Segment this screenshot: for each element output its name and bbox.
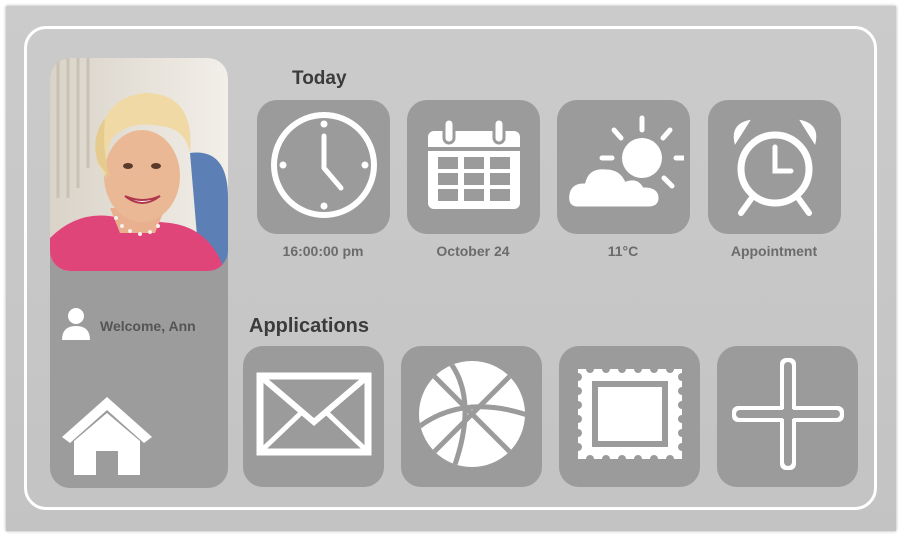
basketball-icon bbox=[416, 358, 528, 475]
appointment-caption: Appointment bbox=[730, 243, 818, 259]
today-heading: Today bbox=[292, 68, 347, 89]
date-caption: October 24 bbox=[436, 243, 510, 259]
home-icon bbox=[58, 397, 156, 481]
alarm-tile[interactable] bbox=[708, 100, 841, 234]
weather-icon bbox=[564, 110, 690, 225]
welcome-row: Welcome, Ann bbox=[60, 306, 196, 345]
user-photo bbox=[50, 58, 228, 271]
weather-tile[interactable] bbox=[557, 100, 690, 234]
stamp-photo-icon bbox=[573, 365, 686, 468]
mail-icon bbox=[256, 372, 372, 461]
clock-icon bbox=[269, 110, 379, 225]
mail-app-tile[interactable] bbox=[243, 346, 384, 487]
applications-heading: Applications bbox=[249, 315, 370, 337]
temperature-caption: 11°C bbox=[607, 243, 639, 259]
clock-caption: 16:00:00 pm bbox=[282, 243, 364, 259]
welcome-label: Welcome, Ann bbox=[100, 317, 196, 334]
calendar-tile[interactable] bbox=[407, 100, 540, 234]
alarm-clock-icon bbox=[725, 113, 825, 222]
user-icon bbox=[60, 306, 92, 345]
add-plus-icon bbox=[728, 354, 848, 479]
home-button[interactable] bbox=[58, 393, 156, 482]
clock-tile[interactable] bbox=[257, 100, 390, 234]
add-app-tile[interactable] bbox=[717, 346, 858, 487]
calendar-icon bbox=[424, 117, 524, 218]
photos-app-tile[interactable] bbox=[559, 346, 700, 487]
sports-app-tile[interactable] bbox=[401, 346, 542, 487]
